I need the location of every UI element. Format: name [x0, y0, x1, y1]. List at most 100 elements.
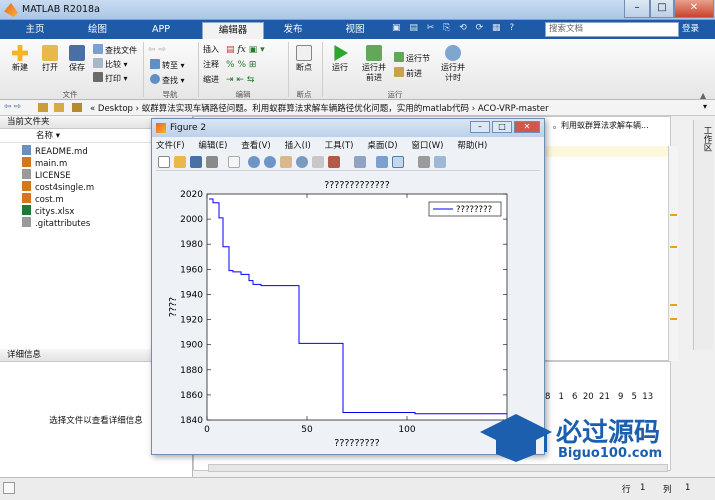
collapse-ribbon-icon[interactable]: ▲: [700, 91, 706, 100]
save-button[interactable]: 保存: [64, 45, 90, 73]
play-icon: [334, 45, 348, 61]
run-advance-button[interactable]: 运行并 前进: [358, 45, 390, 83]
data-cursor-icon[interactable]: [312, 156, 324, 168]
run-section-label: 运行节: [406, 54, 430, 63]
colorbar-icon[interactable]: [376, 156, 388, 168]
indent-button[interactable]: 缩进: [203, 74, 219, 86]
plus-icon: [12, 45, 28, 61]
edit-icons[interactable]: ▤ fx ▣ ▾ % % ⊞ ⇥ ⇤ ⇆: [226, 43, 286, 87]
up-folder-icon[interactable]: [38, 103, 48, 112]
open-icon[interactable]: [174, 156, 186, 168]
workspace-sidebar-label[interactable]: 工作区: [693, 120, 713, 350]
quick-access-toolbar[interactable]: ▣ ▤ ✂ ⎘ ⟲ ⟳ ▦ ?: [392, 23, 542, 37]
current-path[interactable]: « Desktop › 蚁群算法实现车辆路径问题。利用蚁群算法求解车辆路径优化问…: [90, 102, 549, 114]
m-file-icon: [22, 181, 31, 191]
menu-view[interactable]: 查看(V): [241, 139, 270, 151]
print-label: 打印: [105, 74, 121, 83]
menu-desktop[interactable]: 桌面(D): [367, 139, 397, 151]
menu-window[interactable]: 窗口(W): [411, 139, 443, 151]
tab-view[interactable]: 视图: [330, 22, 380, 39]
group-label-breakpoints: 断点: [296, 90, 312, 99]
run-time-label-2: 计时: [445, 73, 461, 82]
new-figure-icon[interactable]: [158, 156, 170, 168]
comment-icon: %: [237, 60, 246, 70]
minimize-button[interactable]: –: [624, 0, 650, 18]
file-icon: [22, 145, 31, 155]
col-label: 列: [663, 485, 672, 495]
y-tick-label: 1920: [180, 316, 203, 326]
insert-button[interactable]: 插入: [203, 44, 219, 56]
file-icon: [22, 217, 31, 227]
tab-publish[interactable]: 发布: [268, 22, 318, 39]
close-button[interactable]: ✕: [674, 0, 714, 18]
link-icon[interactable]: [354, 156, 366, 168]
login-button[interactable]: 登录: [682, 22, 712, 37]
figure-close-button[interactable]: ✕: [514, 121, 540, 133]
rotate-icon[interactable]: [296, 156, 308, 168]
print-button[interactable]: 打印 ▾: [93, 72, 128, 84]
hide-plot-tools-icon[interactable]: [418, 156, 430, 168]
tab-editor[interactable]: 编辑器: [202, 22, 264, 39]
breakpoints-button[interactable]: 断点: [290, 45, 318, 73]
nav-buttons-icon[interactable]: ⇦⇨: [4, 102, 23, 112]
col-value: 1: [685, 483, 691, 493]
nav-arrows-icon[interactable]: ⇦ ⇨: [148, 45, 178, 55]
path-dropdown-icon[interactable]: ▾: [703, 102, 707, 111]
tassel: [544, 432, 547, 452]
open-button[interactable]: 打开: [36, 45, 64, 73]
run-advance-label-1: 运行并: [362, 63, 386, 72]
find-files-button[interactable]: 查找文件: [93, 44, 137, 56]
percent-icon: %: [226, 60, 235, 70]
figure-minimize-button[interactable]: –: [470, 121, 490, 133]
zoom-out-icon[interactable]: [264, 156, 276, 168]
zoom-in-icon[interactable]: [248, 156, 260, 168]
comment-button[interactable]: 注释: [203, 59, 219, 71]
tab-plots[interactable]: 绘图: [70, 22, 125, 39]
run-section-button[interactable]: 运行节: [394, 52, 430, 64]
y-tick-label: 2000: [180, 215, 203, 225]
browse-folder-icon[interactable]: [54, 103, 64, 112]
save-icon[interactable]: [190, 156, 202, 168]
menu-help[interactable]: 帮助(H): [457, 139, 487, 151]
file-name: README.md: [35, 147, 88, 157]
figure-maximize-button[interactable]: □: [492, 121, 512, 133]
advance-button[interactable]: 前进: [394, 67, 422, 79]
goto-button[interactable]: 转至 ▾: [150, 59, 185, 71]
brush-icon[interactable]: [328, 156, 340, 168]
file-name: cost4single.m: [35, 183, 95, 193]
tab-home[interactable]: 主页: [10, 22, 60, 39]
row-value: 1: [640, 483, 646, 493]
search-documentation-input[interactable]: 搜索文档: [545, 22, 679, 37]
new-button[interactable]: 新建: [6, 45, 34, 73]
printer-icon: [93, 72, 103, 82]
show-plot-tools-icon[interactable]: [434, 156, 446, 168]
tab-apps[interactable]: APP: [135, 22, 187, 39]
maximize-button[interactable]: □: [650, 0, 674, 18]
menu-edit[interactable]: 编辑(E): [198, 139, 227, 151]
insert-section-icon: ▤: [226, 45, 235, 55]
menu-file[interactable]: 文件(F): [156, 139, 185, 151]
warning-marker: [670, 318, 677, 320]
menu-insert[interactable]: 插入(I): [285, 139, 311, 151]
run-and-time-button[interactable]: 运行并 计时: [437, 45, 469, 83]
compare-button[interactable]: 比较 ▾: [93, 58, 128, 70]
watermark-url: Biguo100.com: [558, 446, 663, 461]
run-advance-icon: [366, 45, 382, 61]
goto-icon: [150, 59, 160, 69]
print-icon[interactable]: [206, 156, 218, 168]
row-label: 行: [622, 485, 631, 495]
menu-tools[interactable]: 工具(T): [325, 139, 354, 151]
pointer-icon[interactable]: [228, 156, 240, 168]
figure-window: Figure 2 – □ ✕ 文件(F) 编辑(E) 查看(V) 插入(I) 工…: [151, 118, 545, 455]
axes-box: [206, 193, 508, 421]
x-tick-label: 100: [398, 425, 415, 435]
folder-icon: [42, 45, 58, 61]
run-button[interactable]: 运行: [326, 45, 354, 73]
find-button[interactable]: 查找 ▾: [150, 74, 185, 86]
uncomment-icon: ⊞: [248, 60, 257, 70]
pan-icon[interactable]: [280, 156, 292, 168]
code-analyzer-bar: [668, 146, 678, 361]
legend-icon[interactable]: [392, 156, 404, 168]
x-axis-label: ?????????: [334, 438, 379, 449]
advance-icon: [394, 67, 404, 77]
